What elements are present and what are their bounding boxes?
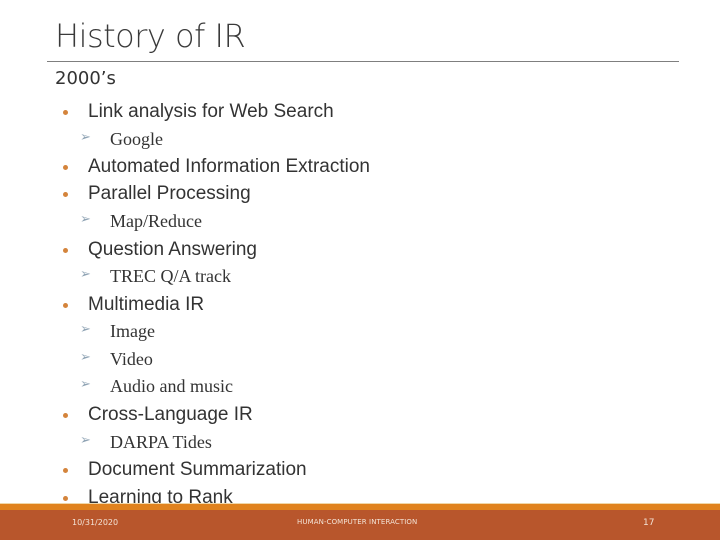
sub-list-item-text: DARPA Tides	[110, 432, 212, 452]
list-item-text: Question Answering	[88, 239, 257, 260]
list-item-text: Automated Information Extraction	[88, 156, 370, 177]
footer-date: 10/31/2020	[72, 518, 119, 527]
arrowhead-bullet-icon: ➢	[80, 130, 91, 145]
sub-list-item-text: Image	[110, 321, 155, 341]
slide-footer: 10/31/2020 HUMAN-COMPUTER INTERACTION 17	[0, 510, 720, 540]
list-item-text: Link analysis for Web Search	[88, 101, 334, 122]
sub-list-item-text: Google	[110, 129, 163, 149]
slide-title: History of IR	[55, 17, 246, 55]
sub-list-item-text: TREC Q/A track	[110, 266, 231, 286]
bullet-dot-icon	[63, 248, 68, 253]
arrowhead-bullet-icon: ➢	[80, 433, 91, 448]
sub-list-item-text: Audio and music	[110, 376, 233, 396]
bullet-dot-icon	[63, 496, 68, 501]
slide-number: 17	[643, 518, 655, 528]
bullet-dot-icon	[63, 413, 68, 418]
list-item-text: Multimedia IR	[88, 294, 205, 315]
sub-list-item-text: Map/Reduce	[110, 211, 202, 231]
arrowhead-bullet-icon: ➢	[80, 377, 91, 392]
bullet-dot-icon	[63, 303, 68, 308]
title-divider	[47, 61, 679, 62]
bullet-dot-icon	[63, 192, 68, 197]
list-item-text: Document Summarization	[88, 459, 307, 480]
section-subheading: 2000’s	[55, 68, 116, 89]
arrowhead-bullet-icon: ➢	[80, 212, 91, 227]
arrowhead-bullet-icon: ➢	[80, 322, 91, 337]
arrowhead-bullet-icon: ➢	[80, 267, 91, 282]
bullet-dot-icon	[63, 165, 68, 170]
bullet-dot-icon	[63, 468, 68, 473]
list-item-text: Cross-Language IR	[88, 404, 253, 425]
arrowhead-bullet-icon: ➢	[80, 350, 91, 365]
bullet-dot-icon	[63, 110, 68, 115]
footer-course-title: HUMAN-COMPUTER INTERACTION	[297, 518, 418, 526]
list-item-text: Parallel Processing	[88, 183, 251, 204]
sub-list-item-text: Video	[110, 349, 153, 369]
